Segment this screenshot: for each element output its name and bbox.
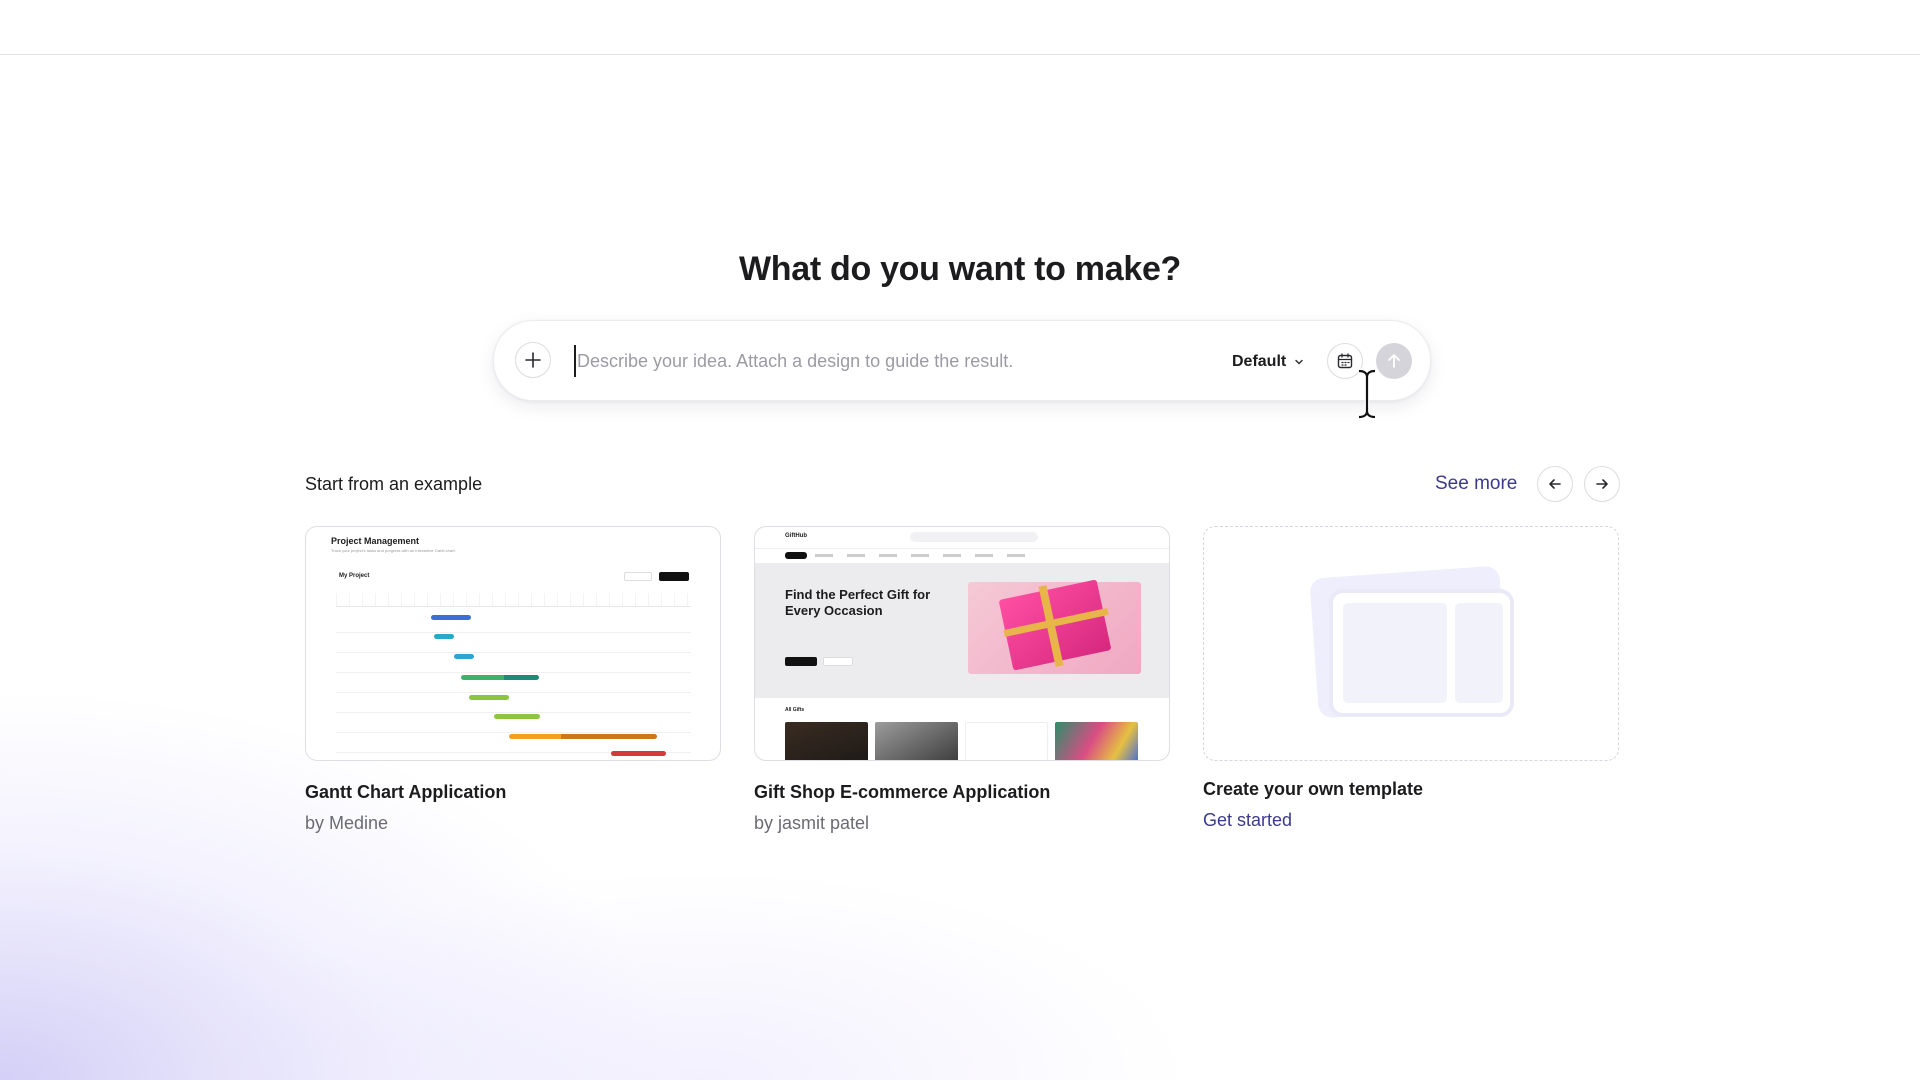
thumb-gantt	[336, 593, 691, 756]
example-card-gift-shop[interactable]: GiftHub Find the Perfect Gift for Every …	[754, 526, 1170, 834]
previous-button[interactable]	[1537, 466, 1573, 502]
create-template-thumbnail[interactable]	[1203, 526, 1619, 761]
plus-icon	[525, 352, 541, 368]
chevron-down-icon	[1295, 359, 1303, 365]
thumb-brand: GiftHub	[785, 533, 807, 539]
examples-section-title: Start from an example	[305, 474, 483, 494]
text-cursor-icon	[1358, 368, 1376, 420]
arrow-left-icon	[1549, 479, 1561, 489]
add-attachment-button[interactable]	[515, 342, 551, 378]
see-more-link[interactable]: See more	[1435, 473, 1517, 495]
create-template-card[interactable]: Create your own template Get started	[1203, 526, 1619, 831]
template-illustration-front	[1329, 589, 1514, 717]
card-title[interactable]: Gift Shop E-commerce Application	[754, 782, 1170, 803]
thumb-add-task	[659, 572, 689, 581]
arrow-right-icon	[1596, 479, 1608, 489]
send-button[interactable]	[1376, 343, 1412, 379]
card-title[interactable]: Create your own template	[1203, 779, 1619, 800]
card-author: by jasmit patel	[754, 813, 870, 833]
model-select-label: Default	[1232, 353, 1287, 370]
arrow-up-icon	[1388, 354, 1400, 368]
calendar-icon	[1337, 353, 1353, 369]
thumb-project: My Project	[339, 573, 370, 579]
prompt-box: Default	[493, 320, 1431, 401]
example-card-gantt[interactable]: Project Management Track your project's …	[305, 526, 721, 834]
prompt-input[interactable]	[574, 345, 1194, 377]
card-thumbnail[interactable]: GiftHub Find the Perfect Gift for Every …	[754, 526, 1170, 761]
get-started-link[interactable]: Get started	[1203, 810, 1619, 831]
card-title[interactable]: Gantt Chart Application	[305, 782, 721, 803]
model-select[interactable]: Default	[1232, 350, 1304, 374]
card-author: by Medine	[305, 813, 389, 833]
top-bar	[0, 0, 1920, 55]
card-thumbnail[interactable]: Project Management Track your project's …	[305, 526, 721, 761]
page-title: What do you want to make?	[738, 250, 1182, 288]
next-button[interactable]	[1584, 466, 1620, 502]
thumb-section: All Gifts	[785, 707, 805, 713]
thumb-export	[624, 572, 652, 581]
thumb-nav: GiftHub	[755, 527, 1169, 549]
thumb-hero-text: Find the Perfect Gift for Every Occasion	[785, 587, 931, 618]
thumb-heading: Project Management	[331, 536, 420, 546]
thumb-subheading: Track your project's tasks and progress …	[331, 548, 456, 553]
